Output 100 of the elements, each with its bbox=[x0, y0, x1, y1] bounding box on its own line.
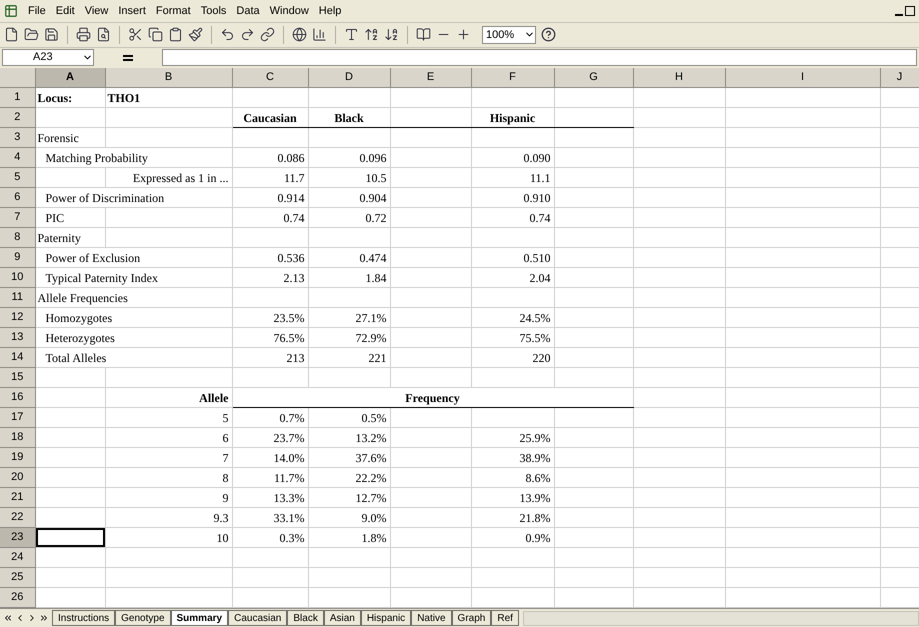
plus-icon[interactable] bbox=[456, 27, 471, 42]
table-cell-text: Power of Exclusion bbox=[44, 250, 142, 267]
table-cell-text: 1.84 bbox=[364, 270, 388, 287]
equals-icon[interactable] bbox=[120, 52, 136, 63]
book-icon[interactable] bbox=[416, 27, 431, 42]
row-header[interactable]: 5 bbox=[14, 171, 20, 184]
first-sheet-icon[interactable] bbox=[3, 613, 13, 624]
sheet-tab[interactable]: Ref bbox=[491, 610, 519, 626]
column-header[interactable]: D bbox=[345, 71, 353, 84]
selected-cell[interactable] bbox=[36, 528, 104, 548]
undo-icon[interactable] bbox=[220, 27, 235, 42]
table-cell-text: 21.8% bbox=[518, 510, 552, 527]
row-header[interactable]: 4 bbox=[14, 151, 20, 164]
sheet-tab[interactable]: Hispanic bbox=[360, 610, 412, 626]
link-icon[interactable] bbox=[260, 27, 275, 42]
menu-item[interactable]: Tools bbox=[200, 2, 226, 20]
save-icon[interactable] bbox=[44, 27, 59, 42]
name-box[interactable]: A23 bbox=[2, 49, 94, 66]
table-cell-text: 72.9% bbox=[354, 330, 388, 347]
bar-chart-icon[interactable] bbox=[312, 27, 327, 42]
table-cell-text: 24.5% bbox=[518, 310, 552, 327]
sheet-tab[interactable]: Native bbox=[411, 610, 452, 626]
column-header[interactable]: F bbox=[509, 71, 516, 84]
menu-item[interactable]: Data bbox=[236, 2, 260, 20]
table-cell-text: 5 bbox=[222, 410, 230, 427]
sheet-tab[interactable]: Genotype bbox=[115, 610, 171, 626]
row-header[interactable]: 9 bbox=[14, 251, 20, 264]
table-cell-text: 13.2% bbox=[354, 430, 388, 447]
row-header[interactable]: 3 bbox=[14, 131, 20, 144]
scissors-icon[interactable] bbox=[128, 27, 143, 42]
sheet-tab[interactable]: Black bbox=[287, 610, 324, 626]
column-header[interactable]: H bbox=[675, 71, 683, 84]
table-cell-text: PIC bbox=[44, 210, 66, 227]
row-header[interactable]: 1 bbox=[14, 91, 20, 104]
redo-icon[interactable] bbox=[240, 27, 255, 42]
column-header[interactable]: G bbox=[589, 71, 598, 84]
menu-item[interactable]: Insert bbox=[118, 2, 146, 20]
table-cell-text: 0.510 bbox=[522, 250, 552, 267]
menu-item[interactable]: Window bbox=[270, 2, 309, 20]
table-cell-text: 0.086 bbox=[276, 150, 306, 167]
table-cell-text: Allele bbox=[198, 390, 230, 407]
column-header[interactable]: I bbox=[800, 71, 804, 84]
sheet-tab[interactable]: Summary bbox=[170, 610, 228, 626]
column-header[interactable]: J bbox=[896, 71, 902, 84]
clipboard-icon[interactable] bbox=[168, 27, 183, 42]
table-cell-text: THO1 bbox=[106, 90, 142, 107]
table-cell-text: Allele Frequencies bbox=[36, 290, 129, 307]
paintbrush-icon[interactable] bbox=[188, 27, 203, 42]
print-preview-icon[interactable] bbox=[96, 27, 111, 42]
formula-field[interactable] bbox=[162, 49, 917, 66]
menu-item[interactable]: Format bbox=[156, 2, 191, 20]
table-cell-text: 11.7% bbox=[272, 470, 306, 487]
table-cell-text: 12.7% bbox=[354, 490, 388, 507]
sheet-tab[interactable]: Graph bbox=[452, 610, 492, 626]
table-cell-text: Total Alleles bbox=[44, 350, 108, 367]
spreadsheet-icon[interactable] bbox=[4, 4, 18, 18]
row-header[interactable]: 2 bbox=[14, 111, 20, 124]
zoom-dropdown[interactable]: 100% bbox=[482, 26, 536, 44]
table-cell-text: 0.5% bbox=[360, 410, 388, 427]
table-cell-text: Caucasian bbox=[242, 110, 298, 127]
sheet-tab[interactable]: Asian bbox=[324, 610, 361, 626]
menu-item[interactable]: View bbox=[84, 2, 108, 20]
window-controls-icon[interactable] bbox=[895, 6, 915, 16]
column-header[interactable]: A bbox=[66, 71, 74, 84]
row-header[interactable]: 7 bbox=[14, 211, 20, 224]
globe-icon[interactable] bbox=[292, 27, 307, 42]
column-header[interactable]: E bbox=[426, 71, 434, 84]
table-cell-text: 22.2% bbox=[354, 470, 388, 487]
text-icon[interactable] bbox=[344, 27, 359, 42]
table-cell-text: 27.1% bbox=[354, 310, 388, 327]
column-header[interactable]: C bbox=[266, 71, 274, 84]
row-header[interactable]: 8 bbox=[14, 231, 20, 244]
table-cell-text: Power of Discrimination bbox=[44, 190, 166, 207]
table-cell-text: 8 bbox=[222, 470, 230, 487]
sheet-tab[interactable]: Instructions bbox=[52, 610, 116, 626]
table-cell-text: 13.9% bbox=[518, 490, 552, 507]
sort-descending-icon[interactable] bbox=[384, 27, 399, 42]
column-header[interactable]: B bbox=[164, 71, 172, 84]
horizontal-scrollbar[interactable] bbox=[522, 610, 919, 626]
table-cell-text: 0.72 bbox=[364, 210, 388, 227]
help-icon[interactable] bbox=[541, 27, 556, 42]
table-cell-text: 23.5% bbox=[272, 310, 306, 327]
table-cell-text: 7 bbox=[222, 450, 230, 467]
last-sheet-icon[interactable] bbox=[39, 613, 49, 624]
copy-icon[interactable] bbox=[148, 27, 163, 42]
table-cell-text: 75.5% bbox=[518, 330, 552, 347]
sort-ascending-icon[interactable] bbox=[364, 27, 379, 42]
row-header[interactable]: 6 bbox=[14, 191, 20, 204]
menu-item[interactable]: Help bbox=[318, 2, 342, 20]
menu-item[interactable]: File bbox=[28, 2, 46, 20]
menu-item[interactable]: Edit bbox=[56, 2, 75, 20]
folder-icon[interactable] bbox=[24, 27, 39, 42]
printer-icon[interactable] bbox=[76, 27, 91, 42]
table-cell-text: 37.6% bbox=[354, 450, 388, 467]
new-file-icon[interactable] bbox=[4, 27, 19, 42]
table-cell-text: 221 bbox=[368, 350, 388, 367]
table-cell-text: 10 bbox=[216, 530, 230, 547]
table-cell-text: 9.3 bbox=[212, 510, 230, 527]
sheet-tab[interactable]: Caucasian bbox=[228, 610, 288, 626]
table-cell-text: Forensic bbox=[36, 130, 80, 147]
